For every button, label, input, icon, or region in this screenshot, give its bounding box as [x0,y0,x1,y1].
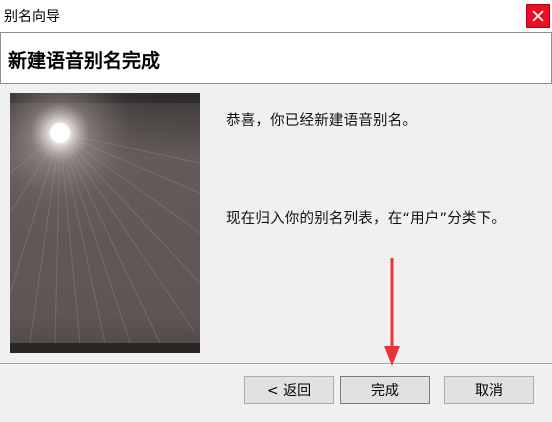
wizard-side-image [10,93,200,353]
button-separator [0,363,552,365]
header-panel: 新建语音别名完成 [0,32,552,84]
location-message: 现在归入你的别名列表，在“用户”分类下。 [226,211,507,227]
annotation-arrow-icon [384,258,400,366]
close-icon [532,10,544,22]
title-bar: 别名向导 [0,0,552,32]
content-area: 恭喜，你已经新建语音别名。 现在归入你的别名列表，在“用户”分类下。 [0,83,552,363]
page-title: 新建语音别名完成 [8,50,161,72]
window-title: 别名向导 [4,9,60,25]
close-button[interactable] [526,4,550,28]
finish-button[interactable]: 完成 [340,376,430,404]
light-burst-image [10,93,200,353]
back-button[interactable]: < 返回 [244,376,334,404]
success-message: 恭喜，你已经新建语音别名。 [226,113,418,129]
cancel-button[interactable]: 取消 [444,376,534,404]
